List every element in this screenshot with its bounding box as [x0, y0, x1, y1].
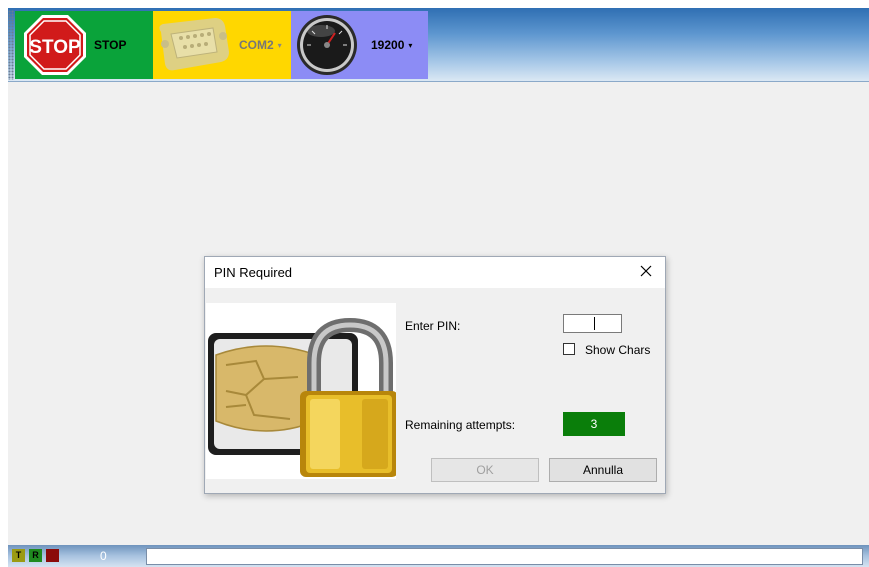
cancel-button[interactable]: Annulla [549, 458, 657, 482]
transmit-indicator: T [12, 549, 25, 562]
serial-port-icon [159, 18, 229, 71]
gauge-icon [297, 15, 357, 75]
svg-text:STOP: STOP [29, 37, 81, 58]
chevron-down-icon: ▾ [277, 40, 282, 50]
close-button[interactable] [637, 262, 655, 280]
stop-button[interactable]: STOP STOP [15, 11, 153, 79]
pin-dialog: PIN Required Enter PIN: Show Chars Remai… [204, 256, 666, 494]
receive-indicator: R [29, 549, 42, 562]
baud-rate-label: 19200 [371, 38, 405, 52]
toolbar-grip[interactable] [8, 10, 14, 80]
text-caret [594, 317, 595, 330]
remaining-attempts-label: Remaining attempts: [405, 418, 516, 432]
close-icon [640, 265, 652, 277]
app-window: STOP STOP COM2 ▾ 19200 ▾ PIN Required En… [8, 8, 869, 567]
toolbar: STOP STOP COM2 ▾ 19200 ▾ [8, 8, 869, 82]
show-chars-checkbox[interactable] [563, 343, 575, 355]
remaining-attempts-value: 3 [563, 412, 625, 436]
sim-lock-illustration [206, 303, 398, 479]
dialog-title: PIN Required [214, 265, 293, 280]
status-message-field [146, 548, 863, 565]
chevron-down-icon: ▾ [408, 40, 413, 50]
stop-sign-icon: STOP [24, 15, 86, 75]
sim-card-lock-icon [208, 317, 398, 477]
pin-input[interactable] [563, 314, 622, 333]
com-port-label: COM2 [239, 38, 274, 52]
show-chars-label[interactable]: Show Chars [585, 343, 650, 357]
com-port-selector[interactable]: COM2 ▾ [153, 11, 291, 79]
status-bar: T R 0 [8, 545, 869, 567]
error-indicator [46, 549, 59, 562]
byte-counter: 0 [100, 549, 107, 563]
baud-rate-selector[interactable]: 19200 ▾ [291, 11, 428, 79]
dialog-titlebar: PIN Required [205, 257, 665, 288]
ok-button[interactable]: OK [431, 458, 539, 482]
enter-pin-label: Enter PIN: [405, 319, 461, 333]
stop-label: STOP [94, 38, 127, 52]
